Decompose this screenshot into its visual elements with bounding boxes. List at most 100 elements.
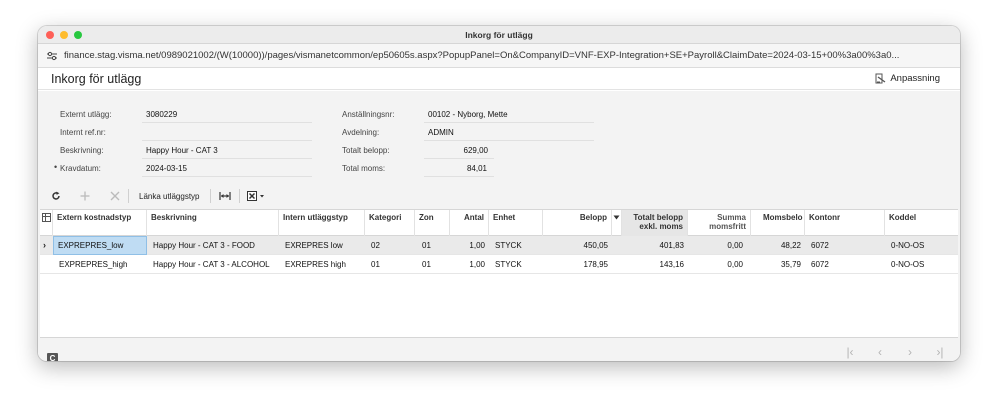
minimize-window-button[interactable] <box>60 31 68 39</box>
header-total-ex-vat[interactable]: Totalt belopp exkl. moms <box>622 210 688 236</box>
cell-total-ex-vat: 143,16 <box>659 260 684 269</box>
maximize-window-button[interactable] <box>74 31 82 39</box>
table-row[interactable]: › EXPREPRES_low Happy Hour - CAT 3 - FOO… <box>40 236 958 255</box>
header-ext-cost-type[interactable]: Extern kostnadstyp <box>53 210 147 236</box>
cell-int-expense-type[interactable]: EXREPRES low <box>281 236 365 255</box>
cell-zone[interactable]: 01 <box>418 236 450 255</box>
external-expense-field[interactable]: 3080229 <box>146 110 177 119</box>
header-vat-free[interactable]: Summa momsfritt <box>688 210 751 236</box>
grid-header: Extern kostnadstyp Beskrivning Intern ut… <box>40 210 958 236</box>
cell-zone[interactable]: 01 <box>418 255 450 274</box>
cell-total-ex-vat: 401,83 <box>659 241 684 250</box>
total-amount-underline <box>424 158 494 159</box>
delete-row-button[interactable] <box>108 187 122 205</box>
cell-unit[interactable]: STYCK <box>491 255 543 274</box>
header-vat-amount[interactable]: Momsbelo <box>751 210 805 236</box>
export-excel-button[interactable] <box>246 187 268 205</box>
claim-date-field[interactable]: 2024-03-15 <box>146 164 187 173</box>
grid-toolbar: Länka utläggstyp <box>38 184 960 208</box>
header-code[interactable]: Koddel <box>885 210 958 236</box>
employee-no-field[interactable]: 00102 - Nyborg, Mette <box>428 110 508 119</box>
sort-desc-icon <box>613 215 620 220</box>
header-zone[interactable]: Zon <box>415 210 450 236</box>
page-title: Inkorg för utlägg <box>51 71 142 86</box>
cell-quantity[interactable]: 1,00 <box>450 236 489 255</box>
last-page-button[interactable]: ›| <box>932 345 948 359</box>
cell-ext-cost-type[interactable]: EXPREPRES_high <box>54 255 147 274</box>
cell-quantity[interactable]: 1,00 <box>450 255 489 274</box>
header-unit[interactable]: Enhet <box>489 210 543 236</box>
toolbar-separator <box>209 189 211 203</box>
close-window-button[interactable] <box>46 31 54 39</box>
cell-code[interactable]: 0-NO-OS <box>887 236 958 255</box>
claim-date-underline <box>142 176 312 177</box>
header-total-ex-vat-line2: exkl. moms <box>639 222 683 231</box>
cell-category[interactable]: 02 <box>367 236 415 255</box>
cell-amount[interactable]: 178,95 <box>543 255 612 274</box>
cell-unit[interactable]: STYCK <box>491 236 543 255</box>
cell-int-expense-type[interactable]: EXREPRES high <box>281 255 365 274</box>
cell-ext-cost-type[interactable]: EXPREPRES_low <box>53 236 147 255</box>
total-amount-label: Totalt belopp: <box>342 146 390 155</box>
url-text[interactable]: finance.stag.visma.net/0989021002/(W(100… <box>64 50 899 61</box>
header-vat-free-line1: Summa <box>717 213 746 222</box>
address-bar[interactable]: finance.stag.visma.net/0989021002/(W(100… <box>38 44 960 68</box>
previous-page-button[interactable]: ‹ <box>872 345 888 359</box>
refresh-button[interactable] <box>50 187 62 205</box>
grid-settings-icon <box>42 213 51 222</box>
header-quantity[interactable]: Antal <box>450 210 489 236</box>
employee-no-underline <box>424 122 594 123</box>
close-icon <box>110 191 120 201</box>
cell-account[interactable]: 6072 <box>807 255 885 274</box>
department-label: Avdelning: <box>342 128 380 137</box>
header-account[interactable]: Kontonr <box>805 210 885 236</box>
cell-vat-free[interactable]: 0,00 <box>688 255 747 274</box>
cell-category[interactable]: 01 <box>367 255 415 274</box>
toolbar-separator <box>238 189 240 203</box>
c-badge-icon[interactable]: C <box>47 353 58 361</box>
main-content: Externt utlägg: 3080229 Internt ref.nr: … <box>38 91 960 361</box>
site-settings-icon[interactable] <box>46 51 58 61</box>
toolbar-separator <box>128 189 129 203</box>
cell-account[interactable]: 6072 <box>807 236 885 255</box>
header-total-ex-vat-line1: Totalt belopp <box>633 213 683 222</box>
customize-icon <box>875 73 886 84</box>
description-field[interactable]: Happy Hour - CAT 3 <box>146 146 218 155</box>
customize-label: Anpassning <box>890 73 940 84</box>
employee-no-label: Anställningsnr: <box>342 110 395 119</box>
next-page-button[interactable]: › <box>902 345 918 359</box>
header-description[interactable]: Beskrivning <box>147 210 279 236</box>
pager: |‹ ‹ › ›| <box>842 345 948 359</box>
cell-amount[interactable]: 450,05 <box>543 236 612 255</box>
table-row[interactable]: EXPREPRES_high Happy Hour - CAT 3 - ALCO… <box>40 255 958 274</box>
plus-icon <box>80 191 90 201</box>
cell-code[interactable]: 0-NO-OS <box>887 255 958 274</box>
grid-settings-button[interactable] <box>40 210 53 236</box>
excel-export-icon <box>246 191 264 201</box>
link-expense-type-button[interactable]: Länka utläggstyp <box>135 192 204 201</box>
header-amount[interactable]: Belopp <box>543 210 612 236</box>
sort-indicator[interactable] <box>612 210 622 236</box>
cell-vat-amount[interactable]: 48,22 <box>751 236 805 255</box>
description-underline <box>142 158 312 159</box>
total-vat-field: 84,01 <box>466 164 487 173</box>
title-bar: Inkorg för utlägg <box>38 26 960 44</box>
cell-description[interactable]: Happy Hour - CAT 3 - ALCOHOL <box>149 255 279 274</box>
department-underline <box>424 140 594 141</box>
department-field[interactable]: ADMIN <box>428 128 454 137</box>
add-row-button[interactable] <box>78 187 92 205</box>
customize-button[interactable]: Anpassning <box>875 73 940 84</box>
header-category[interactable]: Kategori <box>365 210 415 236</box>
cell-vat-free[interactable]: 0,00 <box>688 236 747 255</box>
cell-description[interactable]: Happy Hour - CAT 3 - FOOD <box>149 236 279 255</box>
total-vat-underline <box>424 176 494 177</box>
cell-vat-amount[interactable]: 35,79 <box>751 255 805 274</box>
expense-form: Externt utlägg: 3080229 Internt ref.nr: … <box>38 91 960 184</box>
header-int-expense-type[interactable]: Intern utläggstyp <box>279 210 365 236</box>
header-vat-free-line2: momsfritt <box>709 222 746 231</box>
total-amount-field: 629,00 <box>463 146 488 155</box>
internal-ref-underline <box>142 140 312 141</box>
expense-lines-grid: Extern kostnadstyp Beskrivning Intern ut… <box>40 209 958 338</box>
first-page-button[interactable]: |‹ <box>842 345 858 359</box>
fit-columns-button[interactable] <box>217 187 233 205</box>
